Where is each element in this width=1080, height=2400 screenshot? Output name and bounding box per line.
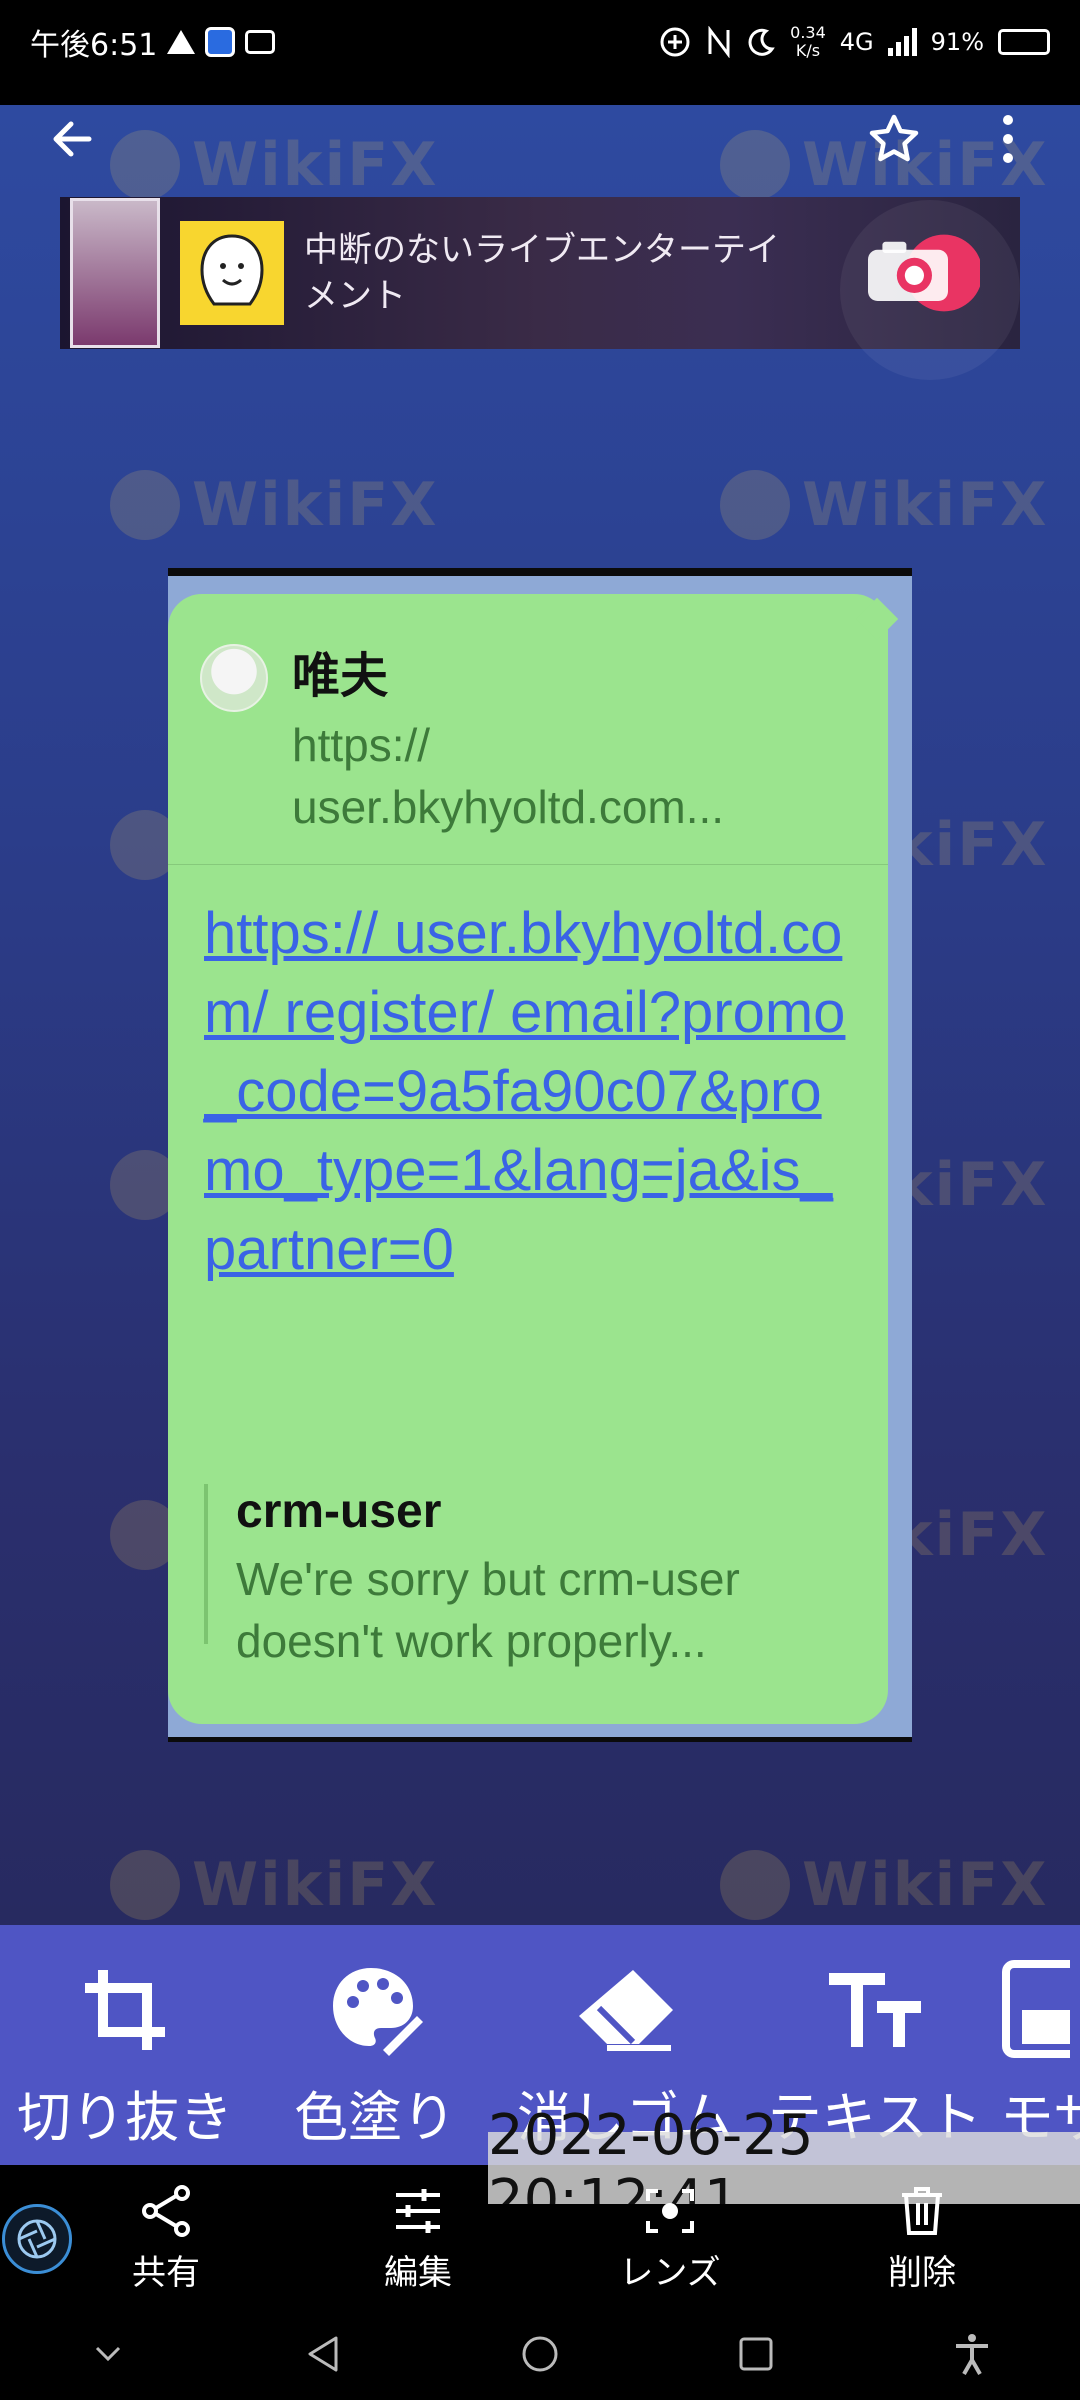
net-speed: 0.34 K/s xyxy=(790,24,826,60)
action-label: レンズ xyxy=(619,2252,721,2293)
smiley-mascot-icon xyxy=(200,234,264,306)
square-recents-icon xyxy=(739,2337,773,2371)
status-time: 午後6:51 xyxy=(30,28,158,63)
nav-accessibility-button[interactable] xyxy=(940,2322,1004,2386)
nav-back-button[interactable] xyxy=(292,2322,356,2386)
status-bar: 午後6:51 0.34 K/s 4G 91% xyxy=(0,0,1080,84)
tool-paint[interactable]: 色塗り xyxy=(250,1925,500,2165)
avatar xyxy=(200,644,268,712)
delete-button[interactable]: 削除 xyxy=(796,2168,1048,2308)
link-preview-title: crm-user xyxy=(236,1485,442,1538)
viewer-top-bar xyxy=(0,84,1080,194)
share-button[interactable]: 共有 xyxy=(40,2168,292,2308)
triangle-back-icon xyxy=(308,2336,338,2372)
chat-screenshot: 唯夫 https:// user.bkyhyoltd.com... https:… xyxy=(168,568,912,1742)
nfc-icon xyxy=(706,26,732,58)
tool-label: 色塗り xyxy=(294,2086,456,2149)
moon-icon xyxy=(746,27,776,57)
message-link: https:// user.bkyhyoltd.com/ register/ e… xyxy=(204,901,846,1282)
share-icon xyxy=(142,2184,190,2237)
palette-icon xyxy=(320,1955,430,2065)
battery-charging-icon xyxy=(998,29,1050,55)
bubble-tail xyxy=(855,597,899,641)
ad-app-logo xyxy=(180,221,284,325)
back-button[interactable] xyxy=(40,107,104,171)
delete-icon xyxy=(902,2186,942,2235)
warning-icon xyxy=(167,30,196,54)
ad-halo xyxy=(840,200,1020,380)
system-nav-bar xyxy=(0,2308,1080,2400)
lens-button[interactable]: レンズ xyxy=(544,2168,796,2308)
nav-home-button[interactable] xyxy=(508,2322,572,2386)
favorite-button[interactable] xyxy=(862,107,926,171)
ad-text: 中断のないライブエンターテイメント xyxy=(304,230,780,316)
lens-icon xyxy=(646,2188,694,2233)
action-bar: 共有 編集 レンズ 削除 xyxy=(40,2168,1080,2308)
more-vert-icon xyxy=(1003,115,1013,163)
signal-icon xyxy=(887,28,917,56)
link-preview-description: We're sorry but crm-user doesn't work pr… xyxy=(236,1553,740,1667)
tool-crop[interactable]: 切り抜き xyxy=(0,1925,250,2165)
accessibility-icon xyxy=(956,2334,988,2375)
circle-home-icon xyxy=(522,2336,558,2372)
net-speed-unit: K/s xyxy=(795,41,821,60)
quoted-reply: 唯夫 https:// user.bkyhyoltd.com... xyxy=(200,624,860,833)
camera-notification-icon xyxy=(245,30,276,54)
eraser-icon xyxy=(570,1955,680,2065)
action-label: 削除 xyxy=(888,2252,956,2293)
more-options-button[interactable] xyxy=(976,107,1040,171)
status-right: 0.34 K/s 4G 91% xyxy=(658,24,1050,60)
status-left: 午後6:51 xyxy=(30,20,276,64)
tool-label: 切り抜き xyxy=(17,2086,233,2149)
text-icon xyxy=(820,1955,930,2065)
message-bubble: 唯夫 https:// user.bkyhyoltd.com... https:… xyxy=(168,594,899,1724)
ad-thumbnail xyxy=(70,198,160,348)
divider xyxy=(168,864,888,865)
link-preview: crm-user We're sorry but crm-user doesn'… xyxy=(204,1484,844,1667)
app-notification-icon xyxy=(205,27,236,57)
edit-button[interactable]: 編集 xyxy=(292,2168,544,2308)
crop-icon xyxy=(70,1955,180,2065)
data-saver-icon xyxy=(658,25,692,59)
battery-percent: 91% xyxy=(930,28,984,56)
nav-recents-button[interactable] xyxy=(724,2322,788,2386)
reply-sender-name: 唯夫 xyxy=(292,648,389,704)
mosaic-icon xyxy=(1000,1955,1080,2065)
network-type: 4G xyxy=(839,28,874,56)
action-label: 共有 xyxy=(132,2252,200,2293)
chevron-down-icon xyxy=(95,2346,121,2362)
star-icon xyxy=(869,114,919,162)
nav-collapse-button[interactable] xyxy=(76,2322,140,2386)
arrow-left-icon xyxy=(53,121,92,157)
action-label: 編集 xyxy=(384,2252,452,2293)
net-speed-value: 0.34 xyxy=(790,23,826,42)
edit-sliders-icon xyxy=(396,2188,440,2233)
reply-url-text: https:// user.bkyhyoltd.com... xyxy=(292,719,725,833)
